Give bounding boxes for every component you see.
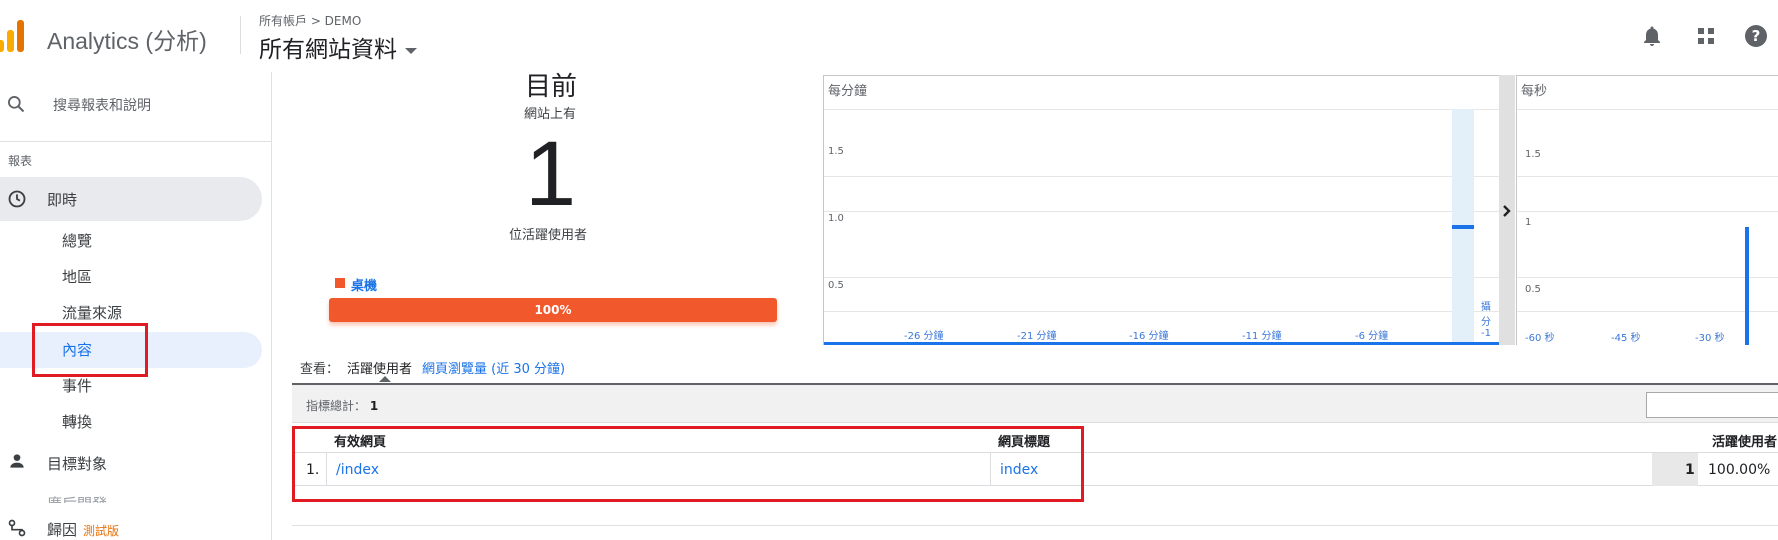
gridline bbox=[824, 277, 1499, 278]
app-name[interactable]: Analytics (分析) bbox=[47, 22, 207, 56]
chevron-right-icon[interactable] bbox=[1500, 204, 1514, 218]
sidebar-item-conversions[interactable]: 轉換 bbox=[62, 411, 92, 432]
svg-text:?: ? bbox=[1752, 27, 1761, 45]
x-tick-label: -45 秒 bbox=[1611, 333, 1641, 344]
now-label: 目前 bbox=[525, 72, 578, 102]
table-filter-input[interactable] bbox=[1646, 392, 1778, 418]
x-tick-label: -6 分鐘 bbox=[1355, 331, 1389, 342]
divider bbox=[292, 525, 1778, 526]
chart-title-per-minute: 每分鐘 bbox=[828, 84, 868, 99]
x-tick-label: -21 分鐘 bbox=[1017, 331, 1057, 342]
view-label: 查看： bbox=[300, 362, 340, 377]
active-users-count: 1 bbox=[525, 123, 577, 225]
gridline bbox=[1517, 109, 1778, 110]
device-share-bar: 100% bbox=[329, 298, 777, 322]
search-reports[interactable]: 搜尋報表和說明 bbox=[0, 84, 271, 124]
breadcrumb[interactable]: 所有帳戶 > DEMO bbox=[259, 12, 361, 29]
gridline bbox=[1517, 211, 1778, 212]
sidebar-item-events[interactable]: 事件 bbox=[62, 375, 92, 396]
search-input[interactable]: 搜尋報表和說明 bbox=[53, 95, 151, 115]
nav-item-audience[interactable]: 目標對象 bbox=[47, 453, 107, 474]
metric-total: 指標總計： 1 bbox=[306, 397, 378, 414]
chart-title-per-second: 每秒 bbox=[1521, 84, 1548, 99]
y-tick-label: 1.5 bbox=[1525, 149, 1541, 160]
y-tick-label: 0.5 bbox=[828, 280, 844, 291]
per-minute-bar bbox=[1452, 224, 1474, 229]
device-legend-label[interactable]: 桌機 bbox=[351, 275, 377, 294]
y-tick-label: 0.5 bbox=[1525, 284, 1541, 295]
attribution-icon bbox=[8, 519, 26, 537]
property-selector[interactable]: 所有網站資料 bbox=[259, 30, 417, 64]
per-second-bar bbox=[1745, 226, 1749, 345]
gridline bbox=[1517, 176, 1778, 177]
gridline bbox=[824, 311, 1499, 312]
nav-label-attribution: 歸因 bbox=[47, 521, 78, 539]
sidebar-item-location[interactable]: 地區 bbox=[62, 266, 92, 287]
view-toggle: 查看： 活躍使用者 網頁瀏覽量 (近 30 分鐘) bbox=[300, 358, 565, 377]
view-option-pageviews[interactable]: 網頁瀏覽量 (近 30 分鐘) bbox=[422, 362, 565, 377]
y-tick-label: 1.5 bbox=[828, 146, 844, 157]
metric-total-value: 1 bbox=[369, 399, 379, 413]
person-icon bbox=[10, 454, 24, 468]
device-share-percent: 100% bbox=[534, 303, 572, 317]
sidebar-item-overview[interactable]: 總覽 bbox=[62, 230, 92, 251]
apps-grid-icon[interactable] bbox=[1694, 24, 1718, 48]
clock-icon bbox=[8, 190, 26, 208]
sidebar-item-traffic-sources[interactable]: 流量來源 bbox=[62, 302, 122, 323]
active-users-label: 位活躍使用者 bbox=[509, 228, 588, 243]
y-tick-label: 1.0 bbox=[828, 213, 844, 224]
selected-indicator-icon bbox=[379, 376, 391, 382]
summary-bar: 指標總計： 1 bbox=[292, 383, 1778, 423]
x-tick-label: -30 秒 bbox=[1695, 333, 1725, 344]
beta-badge: 測試版 bbox=[83, 524, 120, 538]
search-icon bbox=[8, 96, 25, 113]
nav-item-cut-off[interactable]: 廣后開發 bbox=[47, 493, 107, 503]
gridline bbox=[824, 176, 1499, 177]
nav-item-realtime[interactable] bbox=[0, 177, 262, 221]
analytics-logo-icon bbox=[0, 18, 30, 52]
baseline bbox=[824, 342, 1499, 345]
per-second-chart: 每秒 1.5 1 0.5 -60 秒 -45 秒 -30 秒 bbox=[1516, 75, 1778, 345]
gridline bbox=[824, 211, 1499, 212]
x-tick-label-last: 攝 bbox=[1481, 302, 1491, 313]
metric-total-label: 指標總計： bbox=[306, 399, 367, 413]
x-tick-label: -60 秒 bbox=[1525, 333, 1555, 344]
x-tick-label-last: -1 bbox=[1481, 328, 1491, 339]
x-tick-label: -11 分鐘 bbox=[1242, 331, 1282, 342]
help-icon[interactable]: ? bbox=[1744, 24, 1768, 48]
nav-label-realtime[interactable]: 即時 bbox=[47, 189, 77, 210]
y-tick-label: 1 bbox=[1525, 217, 1532, 228]
chevron-down-icon bbox=[405, 47, 417, 54]
column-header-active-users[interactable]: 活躍使用者 bbox=[1712, 431, 1777, 450]
row-percent: 100.00% bbox=[1708, 462, 1771, 478]
device-legend-swatch bbox=[335, 278, 345, 288]
property-name: 所有網站資料 bbox=[259, 37, 397, 63]
section-label: 報表 bbox=[8, 154, 33, 168]
gridline bbox=[824, 109, 1499, 110]
divider bbox=[0, 141, 271, 142]
view-option-active-users[interactable]: 活躍使用者 bbox=[347, 362, 412, 377]
highlight-box bbox=[32, 323, 148, 377]
header-divider bbox=[240, 16, 241, 54]
highlight-box bbox=[292, 426, 1084, 502]
top-bar: Analytics (分析) 所有帳戶 > DEMO 所有網站資料 ? bbox=[0, 0, 1778, 72]
on-site-label: 網站上有 bbox=[524, 107, 577, 122]
per-minute-chart: 每分鐘 1.5 1.0 0.5 -26 分鐘 -21 分鐘 -16 分鐘 -11… bbox=[823, 75, 1499, 345]
gridline bbox=[1517, 311, 1778, 312]
x-tick-label-last: 分 bbox=[1481, 317, 1491, 328]
nav-item-attribution[interactable]: 歸因 測試版 bbox=[47, 519, 119, 540]
sidebar: 搜尋報表和說明 報表 即時 總覽 地區 流量來源 內容 事件 轉換 目標對象 廣… bbox=[0, 72, 272, 540]
x-tick-label: -16 分鐘 bbox=[1129, 331, 1169, 342]
bell-icon[interactable] bbox=[1640, 24, 1664, 48]
x-tick-label: -26 分鐘 bbox=[904, 331, 944, 342]
row-active-users: 1 bbox=[1685, 462, 1695, 478]
gridline bbox=[1517, 277, 1778, 278]
